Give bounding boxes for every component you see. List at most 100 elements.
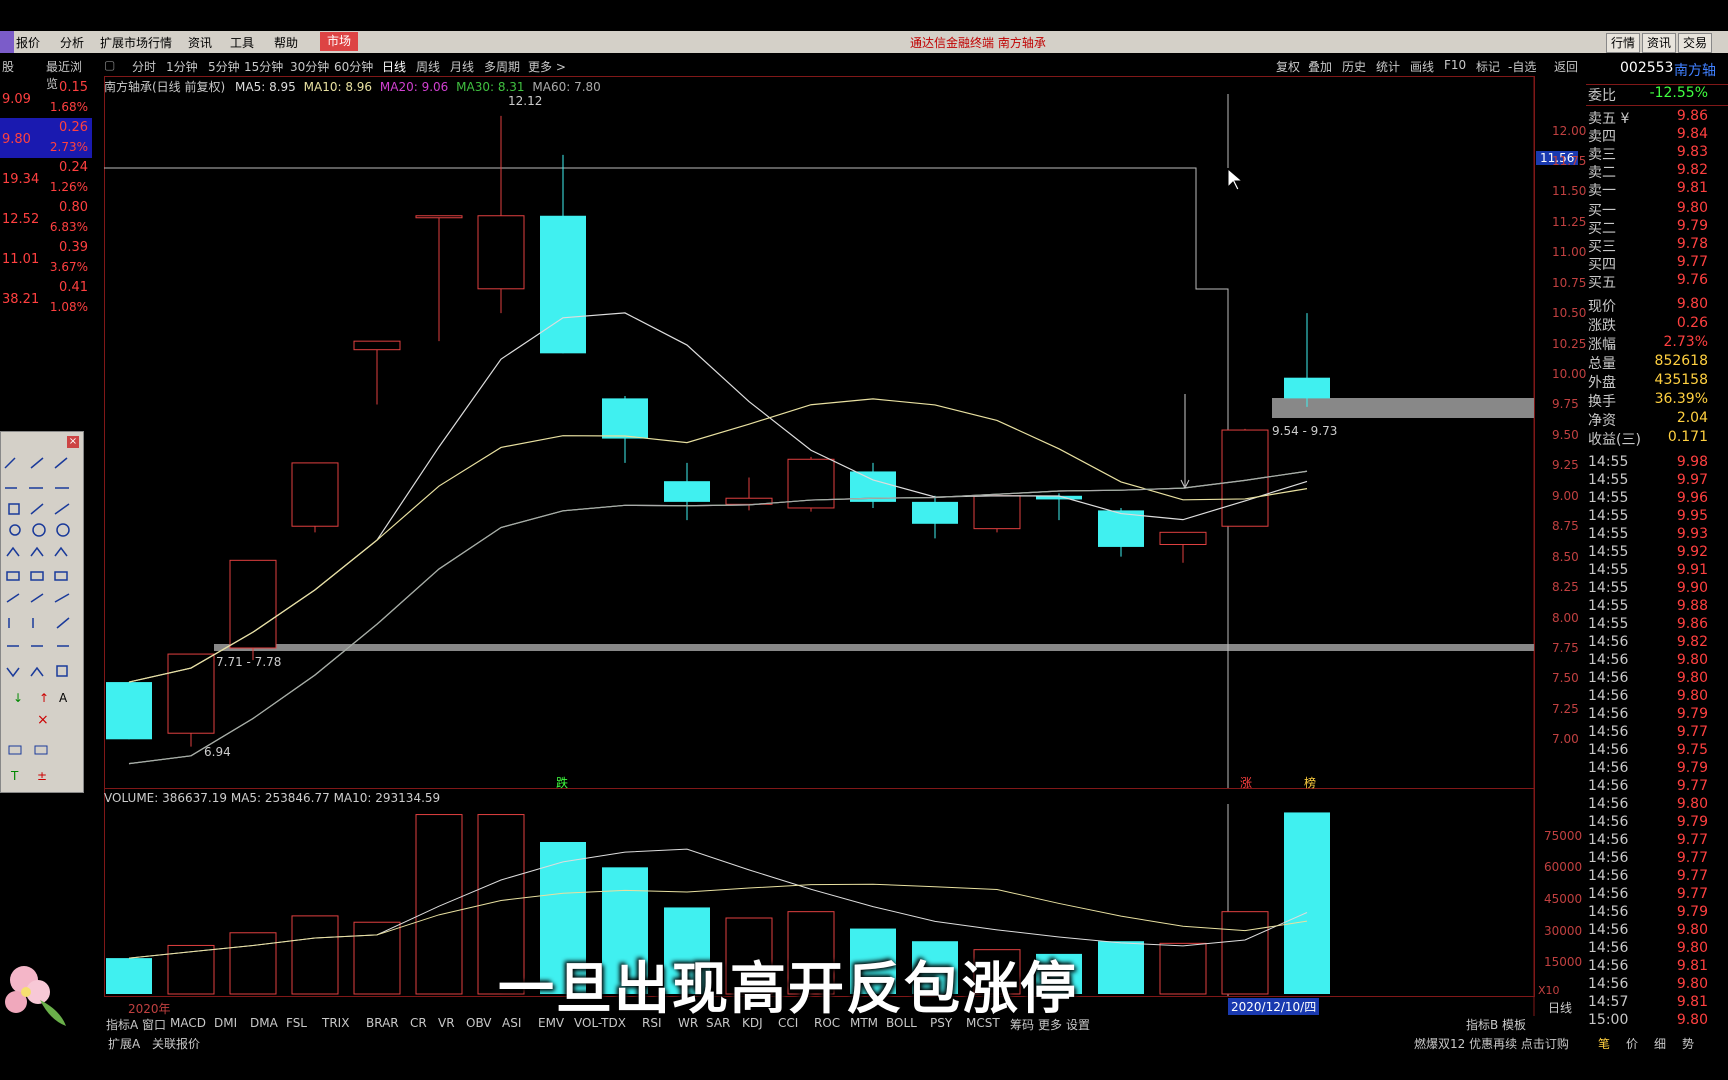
tick-row-label: 14:56 [1588, 652, 1629, 668]
stat-row-label: 涨跌 [1588, 318, 1616, 334]
price-tick-label: 9.00 [1552, 488, 1579, 503]
indicator-tab[interactable]: DMA [250, 1016, 278, 1030]
weibi-value: -12.55% [1649, 85, 1708, 101]
menu-ext-market[interactable]: 扩展市场行情 [100, 34, 172, 51]
sell-level-value: 9.81 [1676, 180, 1708, 196]
list-item-selected[interactable]: 9.80 0.26 2.73% [0, 118, 92, 158]
tick-row-value: 9.77 [1676, 778, 1708, 794]
buy-level: 买三 9.78 [1586, 236, 1728, 255]
tab-period-60m[interactable]: 60分钟 [334, 58, 373, 75]
tab-period-day[interactable]: 日线 [382, 58, 406, 75]
tick-row: 14:56 9.82 [1586, 634, 1728, 652]
tick-row: 14:56 9.77 [1586, 886, 1728, 904]
status-tab-ext[interactable]: 扩展A [108, 1035, 140, 1052]
indicator-tab[interactable]: FSL [286, 1016, 307, 1030]
btn-stats[interactable]: 统计 [1376, 58, 1400, 75]
price-tick-label: 10.00 [1552, 367, 1587, 382]
tab-period-fenshi[interactable]: 分时 [132, 58, 156, 75]
list-price: 38.21 [2, 292, 40, 307]
list-item[interactable]: 19.34 0.24 1.26% [0, 158, 92, 198]
panel-tab-bi[interactable]: 笔 [1598, 1035, 1610, 1052]
status-ad[interactable]: 燃爆双12 优惠再续 点击订购 [1414, 1035, 1569, 1052]
tab-period-week[interactable]: 周线 [416, 58, 440, 75]
indicator-tab[interactable]: OBV [466, 1016, 492, 1030]
list-item[interactable]: 11.01 0.39 3.67% [0, 238, 92, 278]
tick-row-label: 14:55 [1588, 562, 1629, 578]
price-tick-label: 11.00 [1552, 245, 1587, 260]
stat-row-label: 涨幅 [1588, 337, 1616, 353]
btn-overlay[interactable]: 叠加 [1308, 58, 1332, 75]
tick-row-value: 9.79 [1676, 706, 1708, 722]
price-tick-label: 7.75 [1552, 640, 1579, 655]
indicator-tab[interactable]: TRIX [322, 1016, 349, 1030]
tick-row-label: 14:55 [1588, 598, 1629, 614]
indicator-tab[interactable]: VR [438, 1016, 455, 1030]
btn-draw[interactable]: 画线 [1410, 58, 1434, 75]
tab-period-multi[interactable]: 多周期 [484, 58, 520, 75]
panel-tab-xi[interactable]: 细 [1654, 1035, 1666, 1052]
tick-row-label: 14:56 [1588, 850, 1629, 866]
tick-row-value: 9.80 [1676, 670, 1708, 686]
tab-period-more[interactable]: 更多 > [528, 58, 566, 75]
tab-period-1m[interactable]: 1分钟 [166, 58, 198, 75]
tab-period-30m[interactable]: 30分钟 [290, 58, 329, 75]
tick-row-label: 14:57 [1588, 994, 1629, 1010]
indicator-tab[interactable]: MACD [170, 1016, 206, 1030]
tab-period-month[interactable]: 月线 [450, 58, 474, 75]
list-change: 0.24 [59, 160, 88, 175]
buy-level-label: 买四 [1588, 257, 1616, 273]
menu-help[interactable]: 帮助 [274, 34, 298, 51]
btn-watchlist[interactable]: -自选 [1508, 58, 1536, 75]
panel-tab-shi[interactable]: 势 [1682, 1035, 1694, 1052]
stat-row-value: 852618 [1654, 353, 1708, 369]
tick-row: 14:56 9.80 [1586, 976, 1728, 994]
indicator-tab[interactable]: BRAR [366, 1016, 399, 1030]
btn-mark[interactable]: 标记 [1476, 58, 1500, 75]
tick-row-value: 9.90 [1676, 580, 1708, 596]
btn-fuquan[interactable]: 复权 [1276, 58, 1300, 75]
indicator-tab[interactable]: CR [410, 1016, 427, 1030]
window-title: 通达信金融终端 南方轴承 [910, 36, 1046, 50]
tick-row-value: 9.79 [1676, 760, 1708, 776]
volume-legend: VOLUME: 386637.19 MA5: 253846.77 MA10: 2… [104, 791, 440, 805]
info-button[interactable]: 资讯 [1642, 33, 1677, 53]
menu-news[interactable]: 资讯 [188, 34, 212, 51]
stock-code: 002553 [1620, 60, 1674, 76]
kline-chart[interactable] [104, 76, 1586, 1016]
btn-f10[interactable]: F10 [1444, 58, 1466, 72]
price-tick-label: 7.25 [1552, 701, 1579, 716]
menu-analysis[interactable]: 分析 [60, 34, 84, 51]
market-button[interactable]: 市场 [320, 32, 359, 51]
btn-back[interactable]: 返回 [1554, 58, 1578, 75]
crosshair-line [104, 167, 1229, 788]
menu-tools[interactable]: 工具 [230, 34, 254, 51]
menu-quote[interactable]: 报价 [16, 34, 40, 51]
tick-row: 14:55 9.96 [1586, 490, 1728, 508]
status-tab-linked[interactable]: 关联报价 [152, 1035, 200, 1052]
price-tick-label: 11.50 [1552, 184, 1587, 199]
list-item[interactable]: 12.52 0.80 6.83% [0, 198, 92, 238]
quote-button[interactable]: 行情 [1606, 33, 1641, 53]
trade-button[interactable]: 交易 [1678, 33, 1713, 53]
list-item[interactable]: 9.09 0.15 1.68% [0, 78, 92, 118]
stat-row-value: 435158 [1654, 372, 1708, 388]
tab-period-15m[interactable]: 15分钟 [244, 58, 283, 75]
quote-panel: 002553 南方轴 委比 -12.55% 卖五 ¥ 9.86 卖四 9.84 卖三 9.… [1586, 56, 1728, 1046]
list-item[interactable]: 38.21 0.41 1.08% [0, 278, 92, 318]
sell-level-value: 9.82 [1676, 162, 1708, 178]
indicator-b-tab[interactable]: 指标B 模板 [1466, 1016, 1526, 1033]
candle-body [167, 653, 215, 734]
tab-period-5m[interactable]: 5分钟 [208, 58, 240, 75]
indicator-tab[interactable]: 指标A [106, 1016, 138, 1033]
indicator-tab[interactable]: 窗口 [142, 1016, 166, 1033]
sell-level-value: 9.83 [1676, 144, 1708, 160]
stat-row: 涨跌 0.26 [1586, 315, 1728, 334]
tick-row-value: 9.80 [1676, 796, 1708, 812]
toggle-icon[interactable]: ▢ [104, 58, 115, 72]
stock-name: 南方轴 [1674, 63, 1716, 79]
drawing-tools-grid[interactable]: ↓ ↑ A × T ± [1, 432, 83, 792]
indicator-tab[interactable]: DMI [214, 1016, 237, 1030]
panel-tab-jia[interactable]: 价 [1626, 1035, 1638, 1052]
btn-history[interactable]: 历史 [1342, 58, 1366, 75]
tick-row: 14:56 9.77 [1586, 832, 1728, 850]
